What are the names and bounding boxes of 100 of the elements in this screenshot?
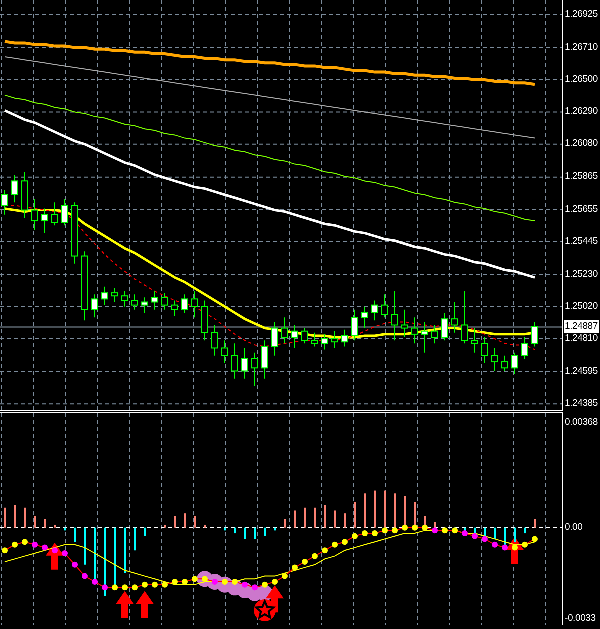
candlestick bbox=[322, 334, 328, 350]
price-axis-label: 1.24385 bbox=[565, 397, 598, 410]
candlestick bbox=[482, 337, 488, 364]
price-axis-label: 1.26500 bbox=[565, 73, 598, 86]
candlestick bbox=[22, 171, 28, 218]
signal-dot bbox=[302, 559, 308, 566]
candlestick bbox=[182, 294, 188, 314]
histogram-bar bbox=[364, 494, 366, 528]
histogram-bar bbox=[434, 522, 436, 528]
candlestick bbox=[192, 291, 198, 318]
price-axis-label: 1.25655 bbox=[565, 202, 598, 216]
candlestick bbox=[502, 355, 508, 372]
signal-dot bbox=[242, 582, 248, 588]
signal-dot bbox=[462, 530, 468, 537]
histogram-bar bbox=[194, 516, 196, 528]
signal-dot bbox=[352, 533, 358, 540]
signal-dot bbox=[92, 578, 98, 585]
candlestick bbox=[82, 251, 88, 322]
histogram-bar bbox=[4, 508, 6, 528]
histogram-bar bbox=[204, 524, 206, 528]
signal-dot bbox=[522, 542, 528, 548]
up-arrow-marker bbox=[136, 591, 154, 618]
signal-dot bbox=[362, 530, 368, 537]
histogram-bar bbox=[504, 528, 506, 545]
candlestick bbox=[132, 294, 138, 310]
candlestick bbox=[122, 291, 128, 308]
signal-dot bbox=[322, 548, 328, 554]
signal-dot bbox=[202, 576, 208, 582]
candlestick bbox=[432, 324, 438, 344]
candlestick bbox=[342, 329, 348, 348]
histogram-bar bbox=[534, 519, 536, 528]
candlestick bbox=[522, 337, 528, 360]
candlestick bbox=[422, 322, 428, 354]
signal-dot bbox=[32, 542, 38, 548]
histogram-bar bbox=[294, 510, 296, 528]
histogram-bar bbox=[514, 528, 516, 542]
candlestick bbox=[152, 291, 158, 310]
signal-dot bbox=[222, 578, 228, 585]
candlestick bbox=[272, 322, 278, 356]
signal-dot bbox=[212, 578, 218, 585]
candlestick bbox=[312, 332, 318, 348]
histogram-bar bbox=[44, 519, 46, 528]
signal-dot bbox=[402, 524, 408, 531]
price-axis-label: 1.26710 bbox=[565, 40, 598, 54]
histogram-bar bbox=[254, 528, 256, 540]
candlestick bbox=[532, 322, 538, 348]
histogram-bar bbox=[274, 528, 276, 531]
signal-dot bbox=[112, 584, 118, 591]
signal-dot bbox=[122, 584, 128, 591]
signal-dot bbox=[102, 584, 108, 591]
signal-dot bbox=[512, 544, 518, 551]
signal-dot bbox=[502, 544, 508, 551]
candlestick bbox=[402, 309, 408, 338]
oscillator-axis-label: 0.00368 bbox=[565, 416, 598, 429]
candlestick bbox=[462, 291, 468, 344]
candlestick bbox=[92, 294, 98, 318]
price-axis-label: 1.26925 bbox=[565, 8, 598, 21]
signal-dot bbox=[332, 542, 338, 548]
candlestick bbox=[42, 208, 48, 234]
histogram-bar bbox=[84, 528, 86, 565]
candlestick bbox=[302, 328, 308, 344]
histogram-bar bbox=[64, 528, 66, 531]
candlestick bbox=[282, 317, 288, 344]
signal-dot bbox=[382, 528, 388, 534]
candlestick bbox=[512, 352, 518, 375]
histogram-bar bbox=[404, 496, 406, 528]
candlestick bbox=[202, 300, 208, 342]
signal-dot bbox=[282, 573, 288, 580]
price-axis-label: 1.25020 bbox=[565, 300, 598, 313]
candlestick bbox=[242, 348, 248, 380]
histogram-bar bbox=[394, 494, 396, 528]
candlestick bbox=[372, 300, 378, 322]
histogram-bar bbox=[334, 510, 336, 528]
price-axis-label: 1.25445 bbox=[565, 234, 598, 248]
candlestick bbox=[212, 324, 218, 356]
signal-dot bbox=[82, 573, 88, 580]
signal-dot bbox=[2, 548, 8, 554]
histogram-bar bbox=[24, 508, 26, 528]
histogram-bar bbox=[244, 528, 246, 540]
histogram-bar bbox=[114, 528, 116, 588]
signal-dot bbox=[482, 536, 488, 542]
candlestick bbox=[112, 288, 118, 303]
signal-dot bbox=[432, 528, 438, 534]
signal-dot bbox=[72, 562, 78, 568]
histogram-bar bbox=[174, 516, 176, 528]
candlestick bbox=[472, 328, 478, 354]
histogram-bar bbox=[224, 528, 226, 531]
histogram-bar bbox=[34, 516, 36, 528]
current-price-label: 1.24887 bbox=[564, 320, 599, 334]
histogram-bar bbox=[144, 528, 146, 536]
signal-dot bbox=[342, 539, 348, 546]
histogram-bar bbox=[524, 528, 526, 534]
histogram-bar bbox=[264, 528, 266, 536]
signal-dot bbox=[292, 564, 298, 571]
oscillator-axis-label: 0.00 bbox=[565, 520, 583, 534]
signal-dot bbox=[152, 582, 158, 588]
histogram-bar bbox=[94, 528, 96, 580]
histogram-bar bbox=[14, 505, 16, 528]
histogram-bar bbox=[354, 502, 356, 528]
histogram-bar bbox=[164, 524, 166, 528]
